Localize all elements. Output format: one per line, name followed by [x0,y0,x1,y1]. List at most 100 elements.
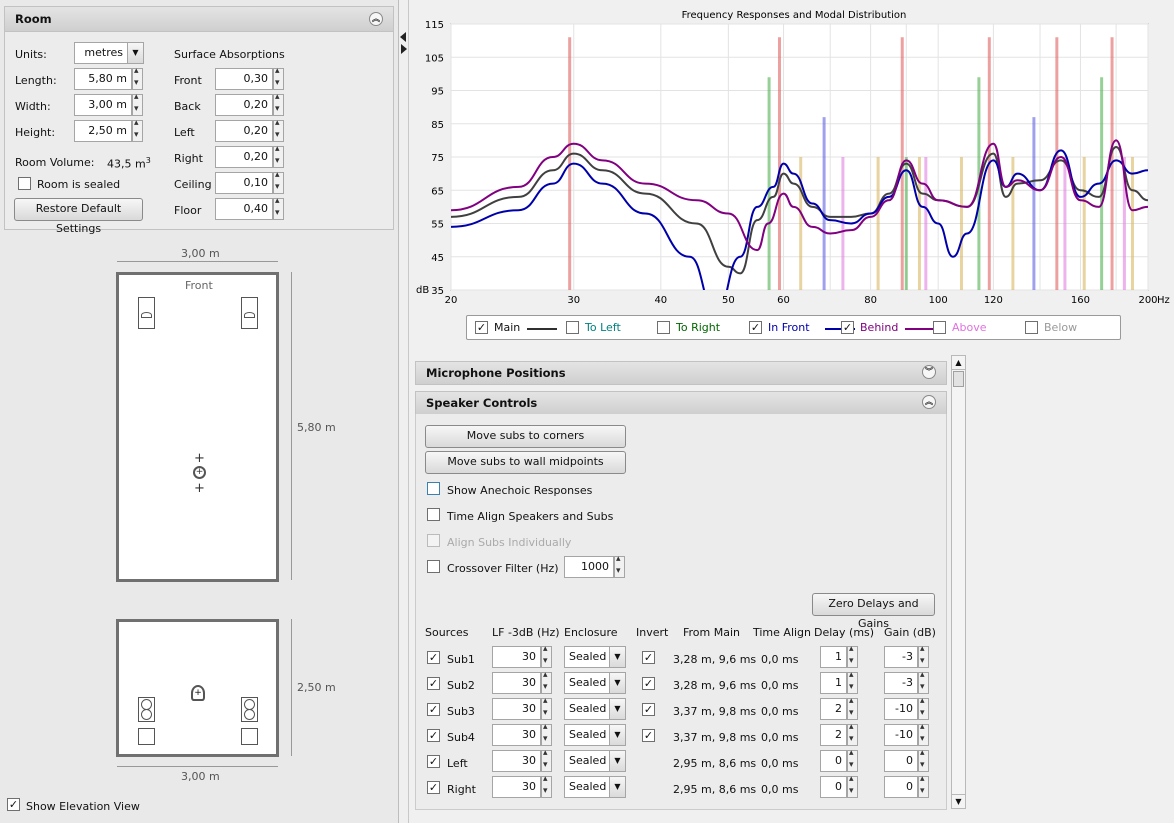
lf-cutoff-input[interactable]: 30 [492,776,541,798]
legend-main-checkbox[interactable]: ✓ [475,321,488,334]
source-name: Sub3 [447,705,475,718]
microphone-elevation-icon[interactable]: + [191,685,205,701]
delay-spinner[interactable] [847,644,858,668]
delay-spinner[interactable] [847,774,858,798]
column-header: Sources [425,626,469,639]
lf-cutoff-spinner[interactable] [541,722,552,746]
enclosure-dropdown[interactable]: Sealed ▼ [564,698,626,720]
delay-spinner[interactable] [847,670,858,694]
lf-cutoff-input[interactable]: 30 [492,750,541,772]
gain-spinner[interactable] [918,670,929,694]
invert-checkbox[interactable]: ✓ [642,729,655,742]
speaker-left-elevation-icon[interactable] [138,697,155,722]
source-enable-checkbox[interactable]: ✓ [427,781,440,794]
scroll-thumb[interactable] [953,371,964,387]
legend-below-checkbox[interactable] [1025,321,1038,334]
lf-cutoff-spinner[interactable] [541,644,552,668]
gain-spinner[interactable] [918,722,929,746]
gain-input[interactable]: -10 [884,724,918,746]
crossover-checkbox[interactable] [427,560,440,573]
enclosure-dropdown[interactable]: Sealed ▼ [564,672,626,694]
invert-checkbox[interactable]: ✓ [642,703,655,716]
mic-positions-header[interactable]: Microphone Positions ︾ [415,361,947,385]
time-align-checkbox[interactable] [427,508,440,521]
lf-cutoff-spinner[interactable] [541,670,552,694]
sub-left-elevation-icon[interactable] [138,728,155,745]
delay-input[interactable]: 0 [820,750,847,772]
delay-input[interactable]: 1 [820,646,847,668]
gain-spinner[interactable] [918,774,929,798]
source-enable-checkbox[interactable]: ✓ [427,703,440,716]
gain-input[interactable]: -3 [884,672,918,694]
chevron-down-icon: ▼ [609,699,625,719]
column-header: Enclosure [564,626,618,639]
enclosure-value: Sealed [569,676,607,689]
zero-delays-gains-button[interactable]: Zero Delays and Gains [812,593,935,630]
collapse-up-icon[interactable]: ︽ [922,395,936,409]
source-enable-checkbox[interactable]: ✓ [427,755,440,768]
enclosure-dropdown[interactable]: Sealed ▼ [564,724,626,746]
height-dim-line [291,619,292,756]
y-tick-label: 55 [431,220,444,231]
scroll-up-icon[interactable]: ▲ [952,356,965,370]
lf-cutoff-spinner[interactable] [541,748,552,772]
source-enable-checkbox[interactable]: ✓ [427,729,440,742]
speaker-controls-header[interactable]: Speaker Controls ︽ [415,391,947,415]
gain-spinner[interactable] [918,696,929,720]
legend-to-left-checkbox[interactable] [566,321,579,334]
gain-input[interactable]: -10 [884,698,918,720]
delay-input[interactable]: 2 [820,698,847,720]
plan-length-dimension: 5,80 m [297,421,336,434]
show-elevation-checkbox[interactable]: ✓ [7,798,20,811]
gain-spinner[interactable] [918,644,929,668]
move-subs-midpoints-button[interactable]: Move subs to wall midpoints [425,451,626,474]
lf-cutoff-spinner[interactable] [541,696,552,720]
delay-input[interactable]: 1 [820,672,847,694]
delay-spinner[interactable] [847,696,858,720]
legend-label: Main [494,321,521,334]
align-individually-checkbox[interactable] [427,534,440,547]
enclosure-dropdown[interactable]: Sealed ▼ [564,646,626,668]
legend-in-front-checkbox[interactable]: ✓ [749,321,762,334]
enclosure-dropdown[interactable]: Sealed ▼ [564,750,626,772]
gain-spinner[interactable] [918,748,929,772]
move-subs-corners-button[interactable]: Move subs to corners [425,425,626,448]
gain-input[interactable]: 0 [884,750,918,772]
lf-cutoff-input[interactable]: 30 [492,672,541,694]
time-align-value: 0,0 ms [761,783,799,796]
source-enable-checkbox[interactable]: ✓ [427,651,440,664]
delay-spinner[interactable] [847,748,858,772]
source-enable-checkbox[interactable]: ✓ [427,677,440,690]
elev-width-dim-line [117,766,278,767]
lf-cutoff-input[interactable]: 30 [492,724,541,746]
expand-down-icon[interactable]: ︾ [922,365,936,379]
vertical-scrollbar[interactable]: ▲ ▼ [951,355,966,809]
elevation-width-dimension: 3,00 m [181,770,220,783]
delay-spinner[interactable] [847,722,858,746]
enclosure-dropdown[interactable]: Sealed ▼ [564,776,626,798]
sub-right-elevation-icon[interactable] [241,728,258,745]
lf-cutoff-input[interactable]: 30 [492,646,541,668]
invert-checkbox[interactable]: ✓ [642,651,655,664]
delay-input[interactable]: 0 [820,776,847,798]
legend-above-checkbox[interactable] [933,321,946,334]
show-anechoic-checkbox[interactable] [427,482,440,495]
scroll-down-icon[interactable]: ▼ [952,794,965,808]
speaker-right-elevation-icon[interactable] [241,697,258,722]
delay-input[interactable]: 2 [820,724,847,746]
gain-input[interactable]: 0 [884,776,918,798]
microphone-icon[interactable]: + [193,466,206,479]
crossover-input[interactable]: 1000 [564,556,614,578]
from-main-value: 2,95 m, 8,6 ms [673,783,757,796]
align-individually-label: Align Subs Individually [447,536,572,549]
column-header: From Main [683,626,741,639]
legend-swatch [905,328,935,330]
legend-to-right-checkbox[interactable] [657,321,670,334]
lf-cutoff-spinner[interactable] [541,774,552,798]
legend-behind-checkbox[interactable]: ✓ [841,321,854,334]
crossover-spinner[interactable] [614,554,625,578]
lf-cutoff-input[interactable]: 30 [492,698,541,720]
invert-checkbox[interactable]: ✓ [642,677,655,690]
gain-input[interactable]: -3 [884,646,918,668]
y-tick-label: 75 [431,153,444,164]
